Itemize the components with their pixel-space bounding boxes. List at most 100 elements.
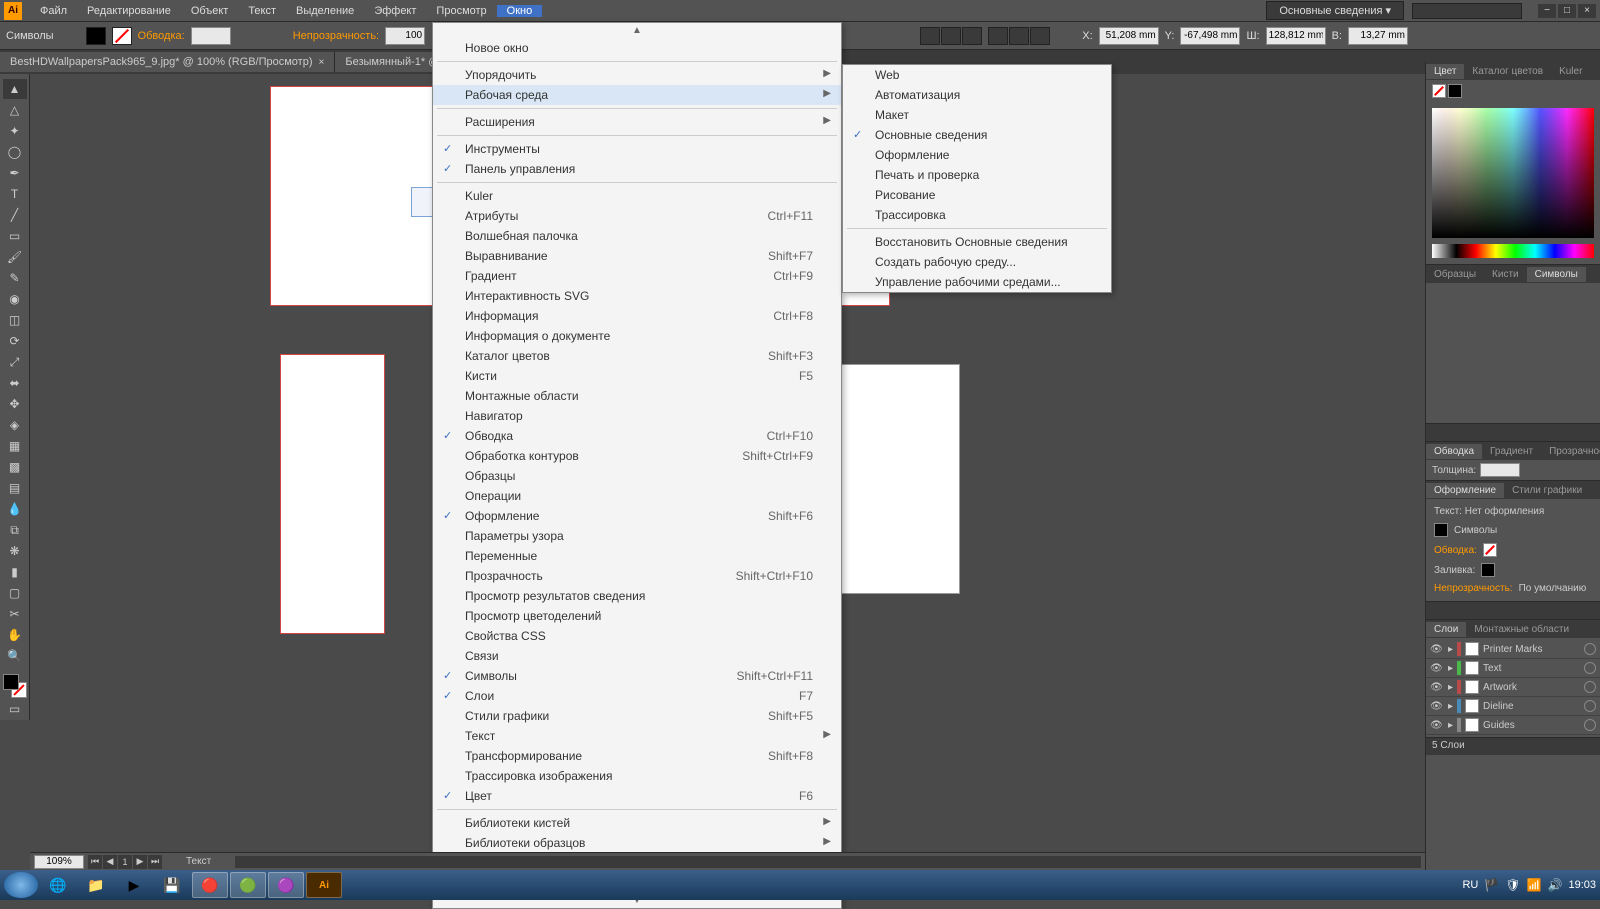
x-input[interactable] <box>1099 27 1159 45</box>
menu-item[interactable]: ✓СимволыShift+Ctrl+F11 <box>433 666 841 686</box>
menu-item[interactable]: ✓Панель управления <box>433 159 841 179</box>
opacity-input[interactable] <box>385 27 425 45</box>
expand-icon[interactable]: ▸ <box>1448 701 1453 712</box>
selection-tool[interactable]: ▲ <box>3 79 27 99</box>
tab-swatches[interactable]: Образцы <box>1426 267 1484 282</box>
visibility-icon[interactable]: 👁 <box>1430 682 1444 693</box>
taskbar-opera-icon[interactable]: 🔴 <box>192 872 228 898</box>
layer-row[interactable]: 👁▸Guides <box>1426 716 1600 735</box>
align-left-button[interactable] <box>920 27 940 45</box>
menu-item[interactable]: ✓ЦветF6 <box>433 786 841 806</box>
fill-color[interactable] <box>3 674 19 690</box>
blob-brush-tool[interactable]: ◉ <box>3 289 27 309</box>
menu-text[interactable]: Текст <box>238 5 286 17</box>
zoom-tool[interactable]: 🔍 <box>3 646 27 666</box>
clock[interactable]: 19:03 <box>1568 879 1596 891</box>
layer-row[interactable]: 👁▸Text <box>1426 659 1600 678</box>
pen-tool[interactable]: ✒ <box>3 163 27 183</box>
fill-stroke-indicator[interactable] <box>3 674 27 698</box>
direct-selection-tool[interactable]: △ <box>3 100 27 120</box>
artboard-number[interactable]: 1 <box>118 855 132 869</box>
menu-item[interactable]: Образцы <box>433 466 841 486</box>
rectangle-tool[interactable]: ▭ <box>3 226 27 246</box>
language-indicator[interactable]: RU <box>1462 879 1478 891</box>
prev-artboard-button[interactable]: ◀ <box>103 855 117 869</box>
submenu-item[interactable]: Трассировка <box>843 205 1111 225</box>
artboard-tool[interactable]: ▢ <box>3 583 27 603</box>
expand-icon[interactable]: ▸ <box>1448 682 1453 693</box>
align-middle-button[interactable] <box>1009 27 1029 45</box>
tab-transparency[interactable]: Прозрачность <box>1541 444 1600 459</box>
tray-shield-icon[interactable]: 🛡 <box>1505 878 1520 892</box>
symbol-sprayer-tool[interactable]: ❋ <box>3 541 27 561</box>
color-spectrum[interactable] <box>1432 108 1594 238</box>
expand-icon[interactable]: ▸ <box>1448 644 1453 655</box>
taskbar-app-icon[interactable]: 🟣 <box>268 872 304 898</box>
tab-graphic-styles[interactable]: Стили графики <box>1504 483 1590 498</box>
tab-color-guide[interactable]: Каталог цветов <box>1464 64 1551 79</box>
minimize-button[interactable]: − <box>1538 4 1556 18</box>
menu-item[interactable]: ✓Инструменты <box>433 139 841 159</box>
submenu-item[interactable]: Создать рабочую среду... <box>843 252 1111 272</box>
tray-flag-icon[interactable]: 🏴 <box>1484 878 1499 892</box>
tab-brushes[interactable]: Кисти <box>1484 267 1527 282</box>
menu-item[interactable]: Упорядочить▶ <box>433 65 841 85</box>
workspace-switcher[interactable]: Основные сведения ▾ <box>1266 1 1404 20</box>
menu-effect[interactable]: Эффект <box>364 5 426 17</box>
stroke-weight-field[interactable] <box>1480 463 1520 477</box>
stroke-weight-input[interactable] <box>191 27 231 45</box>
tray-volume-icon[interactable]: 🔊 <box>1548 878 1563 892</box>
hue-strip[interactable] <box>1432 244 1594 258</box>
blend-tool[interactable]: ⧉ <box>3 520 27 540</box>
align-center-button[interactable] <box>941 27 961 45</box>
menu-item[interactable]: Рабочая среда▶ <box>433 85 841 105</box>
magic-wand-tool[interactable]: ✦ <box>3 121 27 141</box>
tab-artboards[interactable]: Монтажные области <box>1466 622 1577 637</box>
layer-row[interactable]: 👁▸Artwork <box>1426 678 1600 697</box>
menu-item[interactable]: ТрансформированиеShift+F8 <box>433 746 841 766</box>
shape-builder-tool[interactable]: ◈ <box>3 415 27 435</box>
menu-item[interactable]: ✓ОформлениеShift+F6 <box>433 506 841 526</box>
line-tool[interactable]: ╱ <box>3 205 27 225</box>
scale-tool[interactable]: ⤢ <box>3 352 27 372</box>
free-transform-tool[interactable]: ✥ <box>3 394 27 414</box>
menu-item[interactable]: Связи <box>433 646 841 666</box>
menu-item[interactable]: Трассировка изображения <box>433 766 841 786</box>
menu-object[interactable]: Объект <box>181 5 238 17</box>
horizontal-scrollbar[interactable] <box>235 856 1421 868</box>
appearance-stroke[interactable]: Обводка: <box>1430 540 1596 560</box>
menu-item[interactable]: Свойства CSS <box>433 626 841 646</box>
tab-layers[interactable]: Слои <box>1426 622 1466 637</box>
hand-tool[interactable]: ✋ <box>3 625 27 645</box>
tab-symbols[interactable]: Символы <box>1527 267 1586 282</box>
tab-gradient[interactable]: Градиент <box>1482 444 1541 459</box>
rotate-tool[interactable]: ⟳ <box>3 331 27 351</box>
eyedropper-tool[interactable]: 💧 <box>3 499 27 519</box>
menu-item[interactable]: Информация о документе <box>433 326 841 346</box>
menu-edit[interactable]: Редактирование <box>77 5 181 17</box>
submenu-item[interactable]: Управление рабочими средами... <box>843 272 1111 292</box>
gradient-tool[interactable]: ▤ <box>3 478 27 498</box>
maximize-button[interactable]: □ <box>1558 4 1576 18</box>
submenu-item[interactable]: Макет <box>843 105 1111 125</box>
menu-item[interactable]: Расширения▶ <box>433 112 841 132</box>
expand-icon[interactable]: ▸ <box>1448 720 1453 731</box>
menu-item[interactable]: Переменные <box>433 546 841 566</box>
taskbar-media-icon[interactable]: ▶ <box>116 872 152 898</box>
menu-select[interactable]: Выделение <box>286 5 364 17</box>
search-input[interactable] <box>1412 3 1522 19</box>
target-icon[interactable] <box>1584 700 1596 712</box>
stroke-swatch-small[interactable] <box>1448 84 1462 98</box>
close-tab-icon[interactable]: × <box>319 57 325 68</box>
width-tool[interactable]: ⬌ <box>3 373 27 393</box>
target-icon[interactable] <box>1584 719 1596 731</box>
expand-icon[interactable]: ▸ <box>1448 663 1453 674</box>
screen-mode-tool[interactable]: ▭ <box>3 699 27 719</box>
opacity-link[interactable]: Непрозрачность: <box>293 30 379 42</box>
layer-row[interactable]: 👁▸Dieline <box>1426 697 1600 716</box>
h-input[interactable] <box>1348 27 1408 45</box>
pencil-tool[interactable]: ✎ <box>3 268 27 288</box>
visibility-icon[interactable]: 👁 <box>1430 720 1444 731</box>
menu-item[interactable]: Навигатор <box>433 406 841 426</box>
menu-item[interactable]: ✓СлоиF7 <box>433 686 841 706</box>
